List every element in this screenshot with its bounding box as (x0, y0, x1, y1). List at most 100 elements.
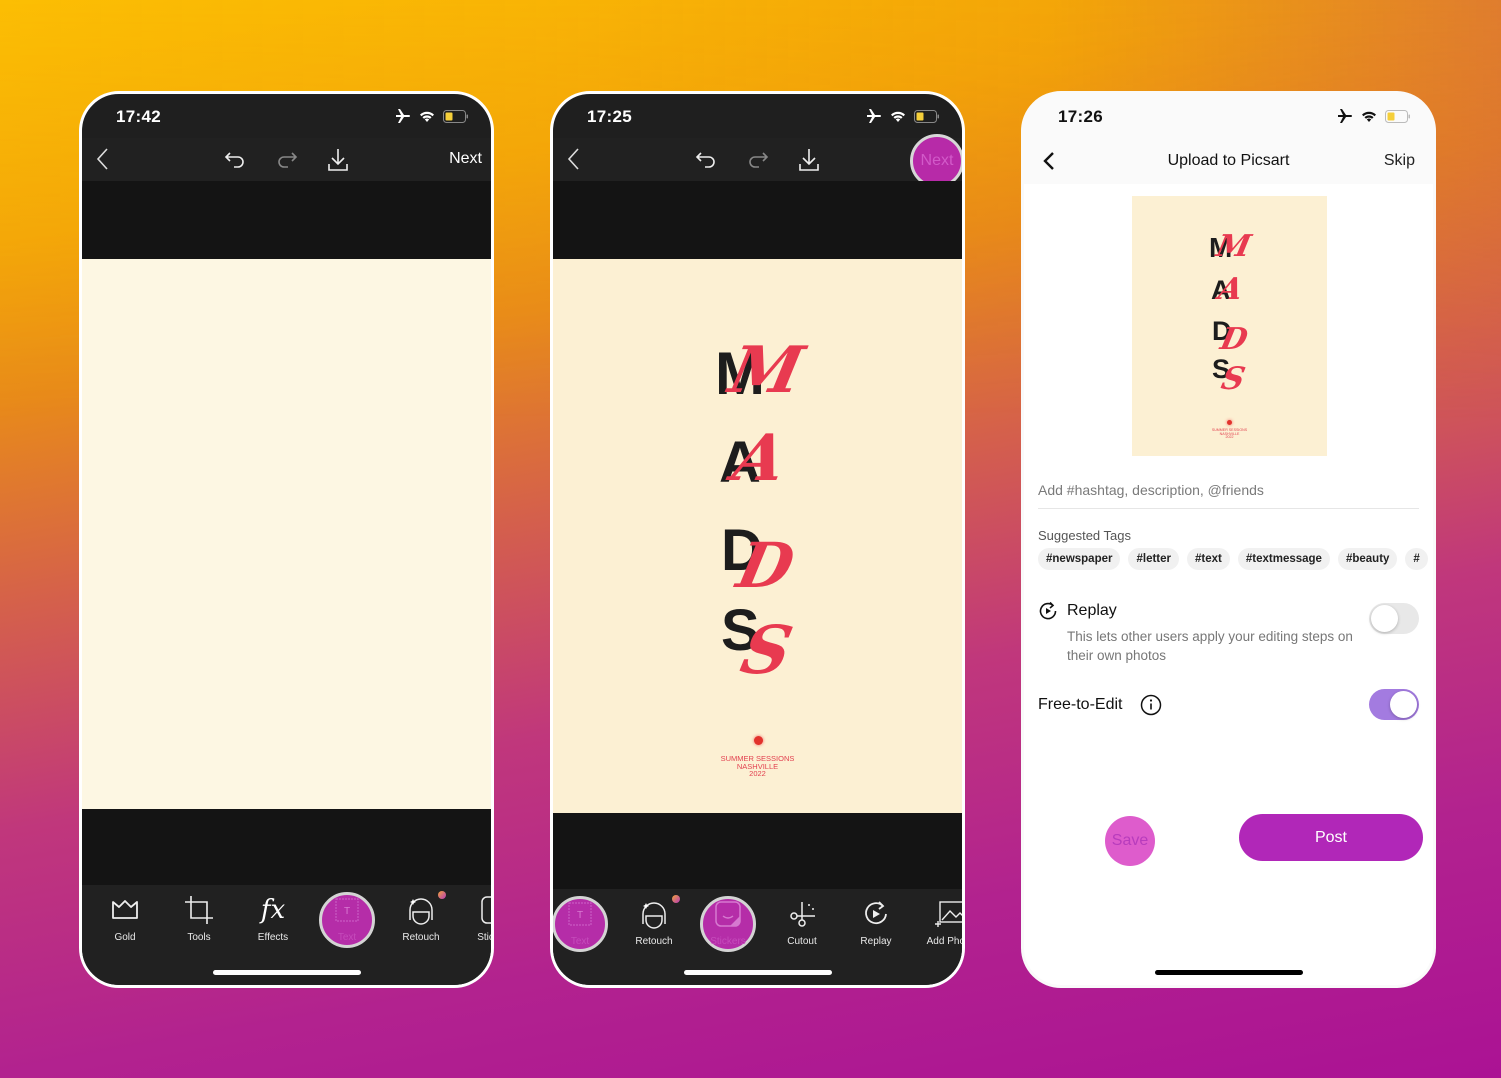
canvas-margin-bottom (553, 813, 962, 893)
tool-label: Effects (257, 932, 289, 943)
post-button[interactable]: Post (1239, 814, 1423, 861)
poster-dot (754, 736, 763, 745)
skip-button[interactable]: Skip (1384, 152, 1415, 170)
text-icon: T (563, 897, 597, 931)
tool-label: Replay (860, 936, 892, 947)
replay-toggle[interactable] (1369, 603, 1419, 634)
battery-low-icon (914, 109, 939, 123)
home-indicator (1154, 970, 1303, 975)
sticker-icon (478, 893, 491, 927)
canvas-margin-bottom (82, 809, 491, 889)
replay-icon (1039, 601, 1057, 620)
tool-label: Stickers (710, 936, 746, 947)
save-button[interactable]: Save (1105, 816, 1155, 866)
tool-label: Cutout (787, 936, 817, 947)
new-badge (672, 895, 680, 903)
next-button[interactable]: Next (449, 150, 482, 168)
tool-retouch[interactable]: Retouch (617, 895, 691, 957)
retouch-face-icon (404, 893, 438, 927)
upload-body: M M A A D D S S SUMMER SESSIONS NASHVILL… (1024, 184, 1433, 985)
info-icon[interactable] (1140, 694, 1162, 716)
tool-text[interactable]: T Text (310, 892, 384, 953)
poster: M M A A D D S S SUMMER SESSIONS NASHVILL… (1132, 196, 1327, 456)
battery-low-icon (443, 109, 468, 123)
tool-retouch[interactable]: Retouch (384, 891, 458, 953)
tag-chip[interactable]: #letter (1128, 548, 1180, 570)
tool-label: Retouch (402, 932, 440, 943)
fx-icon: fx (260, 895, 286, 925)
download-icon[interactable] (796, 146, 822, 174)
phone-editor-empty: 17:42 Next Gold Tools fx Effects T Text … (79, 91, 494, 988)
tool-stickers[interactable]: Stickers (458, 893, 494, 953)
suggested-tags: #newspaper #letter #text #textmessage #b… (1038, 548, 1433, 570)
home-indicator (683, 970, 832, 975)
undo-icon[interactable] (693, 147, 719, 173)
tag-chip[interactable]: #textmessage (1237, 548, 1330, 570)
back-icon[interactable] (90, 146, 116, 172)
poster-caption: SUMMER SESSIONS NASHVILLE 2022 (720, 754, 795, 778)
tag-chip[interactable]: #text (1187, 548, 1230, 570)
download-icon[interactable] (325, 146, 351, 174)
scissors-icon (785, 897, 819, 931)
canvas-margin-top (82, 181, 491, 259)
tool-label: Stickers (477, 932, 494, 943)
tool-stickers[interactable]: Stickers (691, 896, 765, 957)
tool-add-photo[interactable]: Add Photo (913, 897, 965, 957)
canvas[interactable] (82, 259, 491, 809)
replay-description: This lets other users apply your editing… (1067, 629, 1353, 663)
undo-icon[interactable] (222, 147, 248, 173)
svg-text:T: T (344, 906, 350, 917)
replay-setting: Replay This lets other users apply your … (1038, 599, 1419, 669)
tools-toolbar: Gold Tools fx Effects T Text Retouch Sti… (82, 885, 491, 985)
tag-chip[interactable]: #beauty (1337, 548, 1398, 570)
replay-icon (859, 897, 893, 931)
upload-header: Upload to Picsart Skip (1024, 138, 1433, 184)
next-button[interactable]: Next (910, 134, 962, 188)
status-time: 17:25 (587, 107, 632, 126)
tool-text[interactable]: T Text (553, 896, 617, 957)
sticker-icon (711, 897, 745, 931)
wifi-icon (891, 111, 905, 122)
tool-label: Retouch (635, 936, 673, 947)
editor-toolbar: Next (553, 134, 962, 188)
tool-gold[interactable]: Gold (88, 893, 162, 953)
description-input[interactable] (1038, 472, 1419, 509)
status-time: 17:26 (1058, 107, 1103, 126)
add-photo-icon (933, 897, 962, 931)
tool-label: Text (337, 932, 357, 943)
tool-replay[interactable]: Replay (839, 897, 913, 957)
poster: M M A A D D S S SUMMER SESSIONS NASHVILL… (553, 259, 962, 813)
tool-effects[interactable]: fx Effects (236, 893, 310, 953)
tool-label: Tools (187, 932, 211, 943)
tool-label: Text (570, 936, 590, 947)
airplane-icon (867, 109, 881, 123)
airplane-icon (1338, 109, 1352, 123)
free-to-edit-setting: Free-to-Edit (1038, 689, 1419, 723)
poster-dot (1227, 420, 1232, 425)
canvas-margin-top (553, 181, 962, 259)
tool-label: Add Photo (926, 936, 965, 947)
canvas[interactable]: M M A A D D S S SUMMER SESSIONS NASHVILL… (553, 259, 962, 813)
retouch-face-icon (637, 897, 671, 931)
image-preview[interactable]: M M A A D D S S SUMMER SESSIONS NASHVILL… (1132, 196, 1327, 456)
tag-chip[interactable]: #newspaper (1038, 548, 1121, 570)
replay-title: Replay (1067, 602, 1117, 619)
crown-icon (108, 893, 142, 927)
tool-cutout[interactable]: Cutout (765, 897, 839, 957)
page-title: Upload to Picsart (1167, 152, 1290, 169)
tag-chip[interactable]: # (1405, 548, 1428, 570)
status-bar: 17:42 (82, 94, 491, 138)
wifi-icon (420, 111, 434, 122)
status-bar: 17:25 (553, 94, 962, 138)
suggested-tags-label: Suggested Tags (1038, 528, 1131, 543)
home-indicator (212, 970, 361, 975)
poster-caption: SUMMER SESSIONS NASHVILLE 2022 (1211, 428, 1248, 440)
text-icon: T (330, 893, 364, 927)
redo-icon[interactable] (745, 147, 771, 173)
back-icon[interactable] (561, 146, 587, 172)
tool-tools[interactable]: Tools (162, 893, 236, 953)
redo-icon[interactable] (274, 147, 300, 173)
free-to-edit-toggle[interactable] (1369, 689, 1419, 720)
status-time: 17:42 (116, 107, 161, 126)
svg-text:T: T (577, 910, 583, 921)
